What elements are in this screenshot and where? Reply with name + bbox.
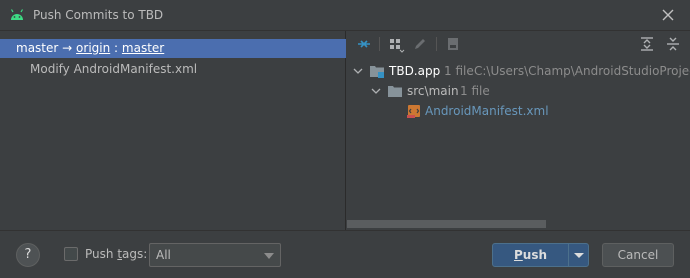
close-button[interactable]: [658, 5, 678, 25]
scrollbar-thumb[interactable]: [347, 220, 546, 228]
expand-all-icon[interactable]: [638, 35, 656, 53]
tags-selected-value: All: [156, 248, 171, 262]
push-label-mnemonic: P: [513, 248, 523, 262]
help-button[interactable]: ?: [16, 243, 40, 267]
root-file-count: 1 file: [444, 64, 474, 78]
commit-item[interactable]: Modify AndroidManifest.xml: [30, 60, 197, 78]
branch-separator: :: [114, 41, 119, 55]
edit-icon[interactable]: [411, 35, 429, 53]
xml-file-icon: [407, 105, 420, 118]
module-folder-icon: [370, 66, 384, 78]
chevron-down-icon: [353, 68, 363, 74]
local-branch: master: [16, 41, 59, 55]
toolbar-separator: [379, 37, 380, 51]
chevron-down-icon: [264, 253, 274, 259]
window-title: Push Commits to TBD: [33, 8, 164, 22]
tags-dropdown[interactable]: All: [149, 243, 281, 267]
horizontal-scrollbar[interactable]: [347, 220, 690, 228]
folder-file-count: 1 file: [460, 84, 490, 98]
expand-collapse-icon[interactable]: [355, 35, 373, 53]
push-label-rest: ush: [522, 248, 548, 262]
help-icon: ?: [24, 247, 32, 262]
push-button[interactable]: Push: [492, 243, 589, 267]
close-icon: [662, 9, 674, 21]
push-button-divider: [568, 244, 569, 266]
dropdown-arrow-icon[interactable]: [572, 244, 586, 266]
folder-node-name: src\main: [407, 84, 459, 98]
collapse-all-icon[interactable]: [664, 35, 682, 53]
branch-arrow: →: [62, 41, 73, 55]
chevron-down-icon: [371, 88, 381, 94]
dialog-content: master → origin : master Modify AndroidM…: [0, 30, 690, 231]
toolbar-separator: [436, 37, 437, 51]
push-button-main[interactable]: Push: [493, 244, 568, 266]
android-icon: [10, 9, 24, 20]
title-bar: Push Commits to TBD: [0, 0, 690, 30]
cancel-button[interactable]: Cancel: [602, 243, 674, 267]
save-icon[interactable]: [444, 35, 462, 53]
changes-pane: TBD.app 1 file C:\Users\Champ\AndroidStu…: [347, 31, 690, 231]
commits-tree-pane: master → origin : master Modify AndroidM…: [0, 31, 346, 231]
push-tags-checkbox[interactable]: [64, 247, 78, 261]
dialog-footer: ? Push tags: All Push Cancel: [0, 230, 690, 278]
root-node-name: TBD.app: [389, 64, 441, 78]
remote-link[interactable]: origin: [76, 41, 110, 55]
file-node-name: AndroidManifest.xml: [425, 104, 549, 118]
group-by-icon[interactable]: [387, 35, 405, 53]
changes-toolbar: [347, 31, 690, 57]
root-path: C:\Users\Champ\AndroidStudioProjects\A: [474, 64, 690, 78]
push-tags-label-pre: Push: [85, 247, 118, 261]
branch-row[interactable]: master → origin : master: [0, 39, 346, 58]
folder-icon: [388, 86, 402, 97]
push-tags-label: Push tags:: [85, 247, 147, 261]
push-tags-label-post: ags:: [122, 247, 148, 261]
target-branch-link[interactable]: master: [122, 41, 164, 55]
